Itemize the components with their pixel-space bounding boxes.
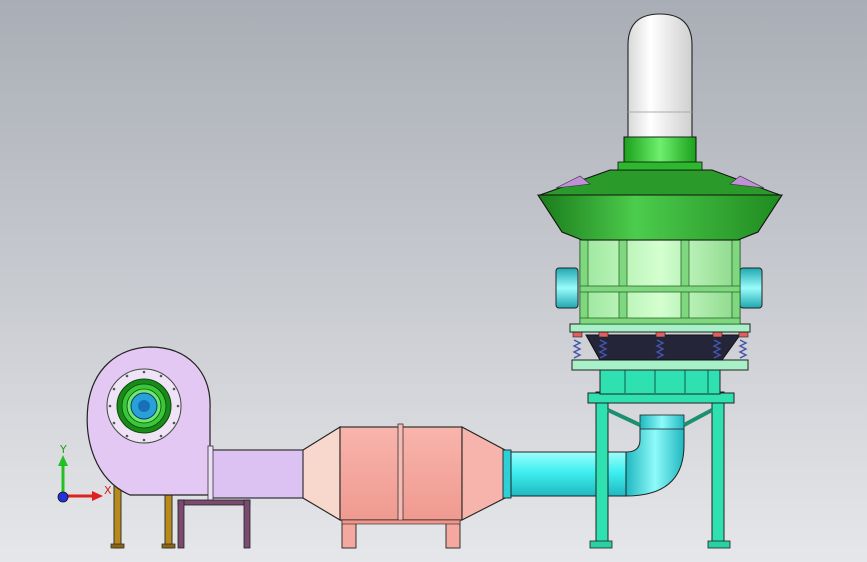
- tower-window-drum: [579, 239, 741, 325]
- filter-foot-beam: [341, 519, 461, 525]
- duct-stand-beam: [177, 499, 251, 506]
- fan-stand-leg-right: [164, 493, 173, 549]
- tower-collar: [623, 136, 697, 166]
- duct-stand-leg-right: [243, 499, 251, 549]
- tower-pedestal: [599, 369, 721, 395]
- tower-cone-hood: [536, 194, 784, 241]
- cad-viewport[interactable]: Y X: [0, 0, 867, 562]
- triad-x-label: X: [104, 484, 112, 497]
- assembly-drawing: Y X: [0, 0, 867, 562]
- triad-y-label: Y: [59, 443, 67, 456]
- tower-base-plate: [571, 359, 749, 371]
- tower-chimney: [627, 13, 693, 138]
- side-cylinder-right: [739, 267, 763, 309]
- duct-flange: [207, 445, 214, 503]
- fan-motor-shaft: [138, 400, 150, 412]
- tower-lower-ring: [569, 323, 751, 333]
- fan-stand-foot-right: [161, 543, 176, 549]
- duct-stand-leg-left: [177, 499, 185, 549]
- tower-foot-left: [589, 540, 613, 549]
- pipe-horizontal: [510, 451, 627, 497]
- pipe-flange-left: [502, 449, 512, 499]
- fan-stand-foot-left: [110, 543, 125, 549]
- tower-leg-right: [711, 391, 725, 545]
- pipe-vertical: [639, 414, 685, 430]
- filter-box-divider: [397, 423, 404, 524]
- triad-z-origin-icon: [57, 491, 69, 503]
- tower-collar-cap: [617, 161, 703, 171]
- side-cylinder-left: [555, 267, 579, 309]
- tower-foot-right: [707, 540, 731, 549]
- duct-section: [209, 449, 306, 499]
- tower-leg-left: [595, 391, 609, 545]
